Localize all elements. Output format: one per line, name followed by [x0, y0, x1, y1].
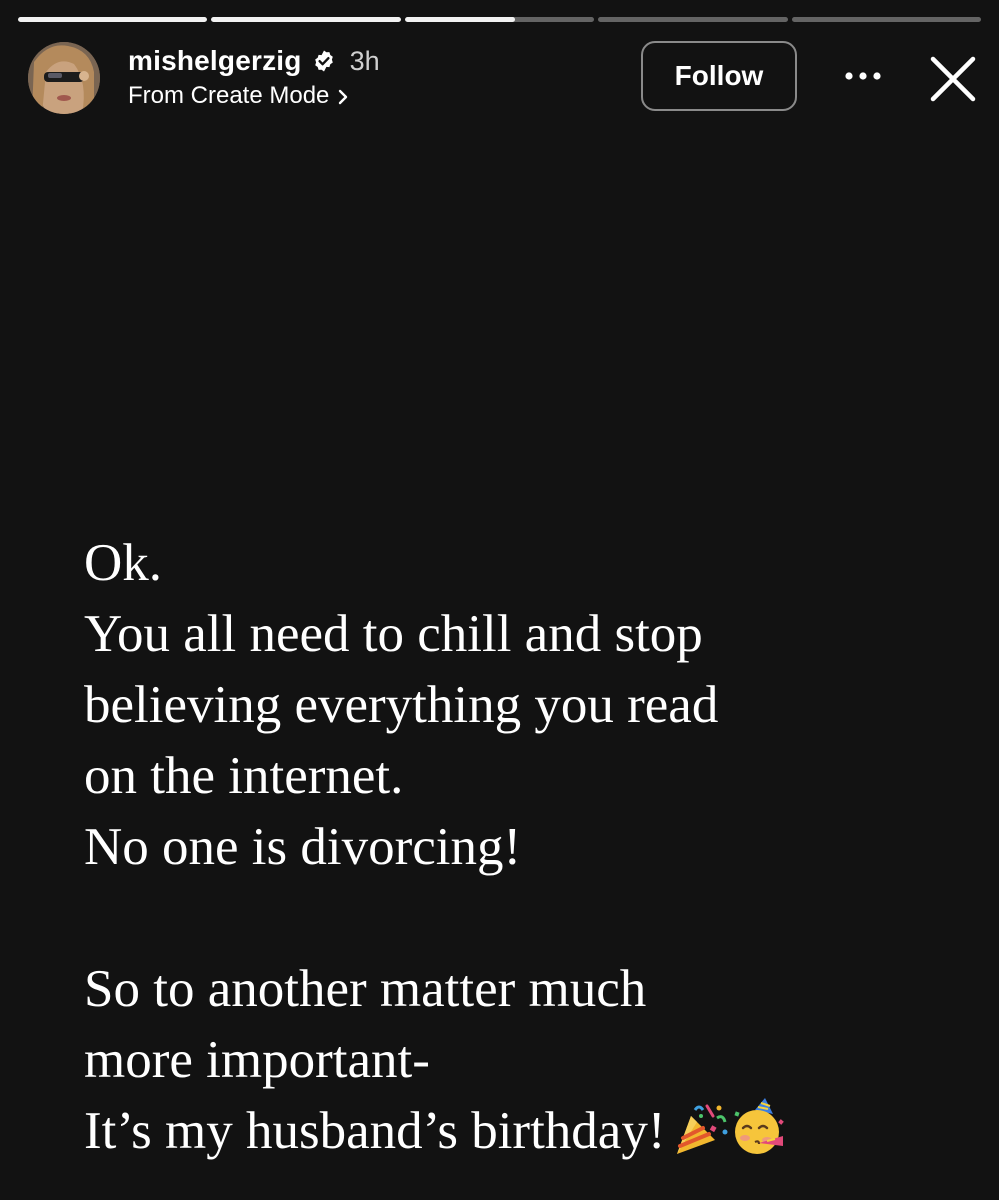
text-line: So to another matter much	[84, 960, 647, 1018]
story-viewer[interactable]: mishelgerzig 3h From Create Mode Follow …	[0, 0, 999, 1200]
birthday-text: It’s my husband’s birthday!	[84, 1102, 666, 1160]
avatar[interactable]	[28, 42, 100, 114]
progress-segment	[211, 17, 401, 22]
username[interactable]: mishelgerzig	[128, 45, 302, 77]
text-line: believing everything you read	[84, 676, 719, 734]
verified-badge-icon	[312, 49, 336, 73]
progress-segment	[598, 17, 788, 22]
progress-segment	[18, 17, 208, 22]
create-mode-link[interactable]: From Create Mode	[128, 82, 380, 110]
close-icon[interactable]	[926, 52, 980, 106]
progress-segment	[791, 17, 982, 22]
follow-button[interactable]: Follow	[641, 41, 797, 111]
text-line: more important-	[84, 1031, 430, 1089]
story-time: 3h	[349, 45, 380, 76]
text-line: Ok.	[84, 534, 163, 592]
name-line: mishelgerzig 3h	[128, 42, 380, 80]
progress-segment	[404, 17, 595, 22]
text-line: You all need to chill and stop	[84, 605, 703, 663]
more-options-icon[interactable]	[838, 64, 888, 88]
create-mode-label: From Create Mode	[128, 82, 330, 109]
text-line-last: It’s my husband’s birthday!	[84, 1096, 974, 1177]
party-popper-emoji	[677, 1104, 728, 1154]
story-progress-bar	[18, 17, 982, 22]
emoji-group	[673, 1098, 789, 1177]
story-text: Ok. You all need to chill and stop belie…	[84, 528, 974, 1177]
text-line: No one is divorcing!	[84, 818, 522, 876]
text-line: on the internet.	[84, 747, 404, 805]
user-info: mishelgerzig 3h From Create Mode	[128, 42, 380, 110]
chevron-right-icon	[337, 86, 349, 106]
story-header: mishelgerzig 3h From Create Mode Follow	[0, 38, 999, 120]
partying-face-emoji	[734, 1098, 785, 1154]
